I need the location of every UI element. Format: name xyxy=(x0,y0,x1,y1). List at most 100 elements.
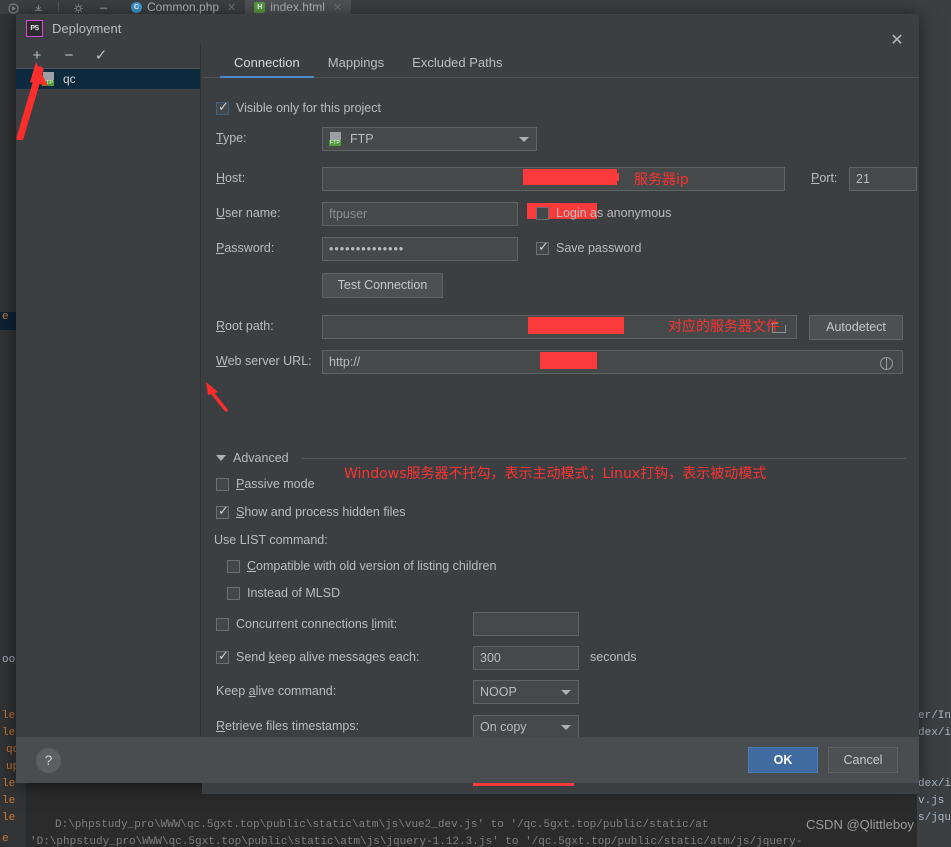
show-hidden-files-checkbox[interactable]: ✓ Show and process hidden files xyxy=(216,502,406,519)
checkbox-box xyxy=(536,206,549,220)
globe-icon[interactable] xyxy=(880,357,893,370)
keep-alive-interval-input[interactable]: 300 xyxy=(473,646,579,670)
checkbox-box: ✓ xyxy=(536,238,549,255)
compatible-old-version-checkbox[interactable]: Compatible with old version of listing c… xyxy=(227,559,496,573)
password-input[interactable]: •••••••••••••• xyxy=(322,237,518,261)
host-redaction-block xyxy=(523,169,617,185)
chevron-down-icon xyxy=(561,690,571,695)
checkbox-box: ✓ xyxy=(216,98,229,115)
login-anonymous-checkbox[interactable]: Login as anonymous xyxy=(536,206,671,220)
code-fragment: er/In xyxy=(918,710,951,722)
tab-connection[interactable]: Connection xyxy=(220,55,314,78)
code-fragment: dex/i xyxy=(918,778,951,790)
login-anonymous-label: Login as anonymous xyxy=(556,206,672,220)
settings-gear-icon[interactable] xyxy=(73,1,84,14)
checkbox-box: ✓ xyxy=(216,502,229,519)
save-password-checkbox[interactable]: ✓ Save password xyxy=(536,238,641,255)
port-input[interactable]: 21 xyxy=(849,167,917,191)
root-path-redaction-block xyxy=(528,317,624,334)
code-fragment: e xyxy=(2,833,9,845)
code-fragment: le xyxy=(2,812,16,824)
keep-alive-checkbox[interactable]: ✓ Send keep alive messages each: xyxy=(216,647,420,664)
autodetect-button[interactable]: Autodetect xyxy=(809,315,903,340)
close-icon[interactable]: ✕ xyxy=(333,1,342,14)
footer-actions: OK Cancel xyxy=(748,747,898,773)
editor-tab-common-php[interactable]: C Common.php ✕ xyxy=(122,0,245,14)
instead-of-mlsd-label: Instead of MLSD xyxy=(247,586,341,600)
close-icon[interactable]: ✕ xyxy=(227,1,236,14)
editor-tab-index-html[interactable]: H index.html ✕ xyxy=(245,0,352,14)
html-file-icon: H xyxy=(254,1,266,13)
passive-mode-checkbox[interactable]: Passive mode xyxy=(216,477,315,491)
tab-mappings[interactable]: Mappings xyxy=(314,55,398,77)
remove-server-button[interactable]: − xyxy=(62,48,76,63)
tab-excluded-paths[interactable]: Excluded Paths xyxy=(398,55,516,77)
server-list-item-label: qc xyxy=(63,72,76,86)
server-list-panel: + − ✓ FTP qc xyxy=(16,43,201,783)
instead-of-mlsd-checkbox[interactable]: Instead of MLSD xyxy=(227,586,340,600)
keep-alive-command-value: NOOP xyxy=(480,685,517,699)
test-connection-button[interactable]: Test Connection xyxy=(322,273,443,298)
host-redaction-block xyxy=(610,173,619,181)
retrieve-timestamps-label: Retrieve files timestamps: xyxy=(216,719,360,733)
username-input[interactable]: ftpuser xyxy=(322,202,518,226)
type-select[interactable]: FTP FTP xyxy=(322,127,537,151)
minimize-icon[interactable] xyxy=(98,1,109,12)
dialog-tab-bar[interactable]: Connection Mappings Excluded Paths xyxy=(202,50,919,78)
host-annotation: 服务器ip xyxy=(634,172,689,188)
help-button[interactable]: ? xyxy=(36,747,61,773)
visible-only-label: Visible only for this project xyxy=(236,101,381,115)
editor-tab-label: index.html xyxy=(270,0,325,14)
retrieve-timestamps-select[interactable]: On copy xyxy=(473,715,579,739)
keep-alive-command-select[interactable]: NOOP xyxy=(473,680,579,704)
red-arrow-to-passive-mode xyxy=(206,382,228,412)
page-title: Deployment xyxy=(52,21,122,36)
code-fragment: dex/i xyxy=(918,727,951,739)
checkbox-box xyxy=(227,559,240,573)
red-arrow-to-add-button xyxy=(16,62,48,140)
advanced-label: Advanced xyxy=(233,451,289,465)
debug-icon[interactable] xyxy=(33,1,44,12)
code-fragment: le xyxy=(2,778,16,790)
passive-mode-label: Passive mode xyxy=(236,477,315,491)
checkbox-box xyxy=(216,617,229,631)
screenshot-root: C Common.php ✕ H index.html ✕ e oox le l… xyxy=(0,0,951,847)
deployment-dialog: PS Deployment ✕ + − ✓ FTP qc Connection … xyxy=(16,14,919,794)
keep-alive-command-label: Keep alive command: xyxy=(216,684,337,698)
console-path-line: D:\phpstudy_pro\WWW\qc.5gxt.top\public\s… xyxy=(55,819,709,831)
run-icon[interactable] xyxy=(8,1,19,14)
chevron-down-icon xyxy=(561,725,571,730)
right-tool-panel xyxy=(917,14,951,847)
editor-tab-bar[interactable]: C Common.php ✕ H index.html ✕ xyxy=(122,0,352,14)
dialog-title-bar: PS Deployment xyxy=(16,14,919,43)
root-path-annotation: 对应的服务器文件 xyxy=(668,319,780,335)
concurrent-connections-checkbox[interactable]: Concurrent connections limit: xyxy=(216,617,397,631)
visible-only-checkbox[interactable]: ✓ Visible only for this project xyxy=(216,98,381,115)
host-label: Host: xyxy=(216,171,246,185)
close-icon[interactable]: ✕ xyxy=(889,33,905,49)
dialog-footer: ? OK Cancel xyxy=(16,737,919,783)
code-fragment: le xyxy=(2,727,16,739)
ok-button[interactable]: OK xyxy=(748,747,818,773)
use-list-command-label: Use LIST command: xyxy=(214,533,328,547)
web-url-input[interactable]: http:// xyxy=(322,350,903,374)
checkbox-box xyxy=(227,586,240,600)
cancel-button[interactable]: Cancel xyxy=(828,747,898,773)
toolbar-separator xyxy=(58,1,59,12)
web-url-label: Web server URL: xyxy=(216,354,312,368)
code-fragment: le xyxy=(2,795,16,807)
use-as-default-button[interactable]: ✓ xyxy=(94,48,108,63)
editor-tab-label: Common.php xyxy=(147,0,220,14)
section-divider xyxy=(301,457,906,459)
compatible-old-version-label: Compatible with old version of listing c… xyxy=(247,559,497,573)
password-label: Password: xyxy=(216,241,275,255)
code-fragment: s/jquery- xyxy=(918,812,951,824)
keep-alive-label: Send keep alive messages each: xyxy=(236,650,420,664)
type-value: FTP xyxy=(350,132,374,146)
web-url-value: http:// xyxy=(329,355,361,369)
checkbox-box: ✓ xyxy=(216,647,229,664)
php-file-icon: C xyxy=(131,1,142,13)
type-label: Type: xyxy=(216,131,247,145)
concurrent-connections-input[interactable] xyxy=(473,612,579,636)
checkbox-box xyxy=(216,477,229,491)
